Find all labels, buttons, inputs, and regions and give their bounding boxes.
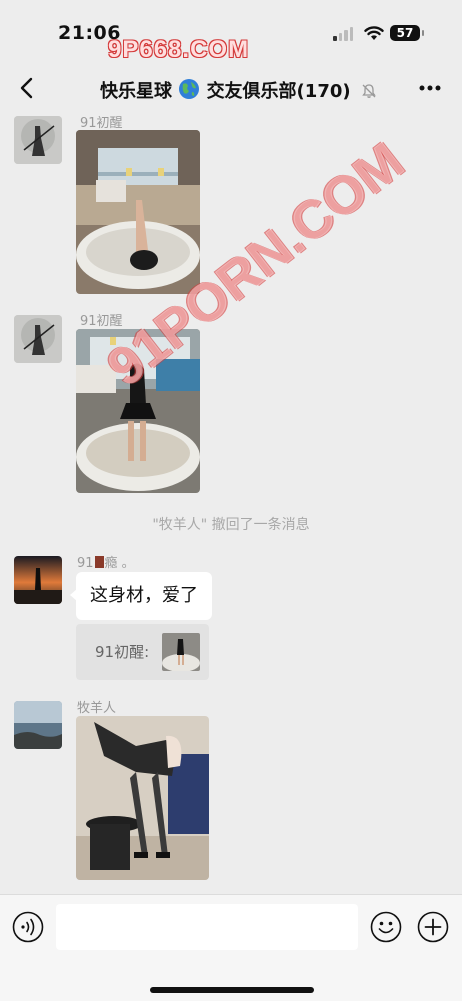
emoji-icon[interactable] — [370, 911, 402, 943]
text-message-bubble[interactable]: 这身材，爱了 — [70, 572, 212, 620]
avatar[interactable] — [14, 116, 62, 164]
home-indicator — [150, 987, 314, 993]
signal-icon — [333, 27, 355, 41]
voice-icon[interactable] — [12, 911, 44, 943]
sender-name: 91初醒 — [80, 116, 123, 131]
quoted-message[interactable]: 91初醒: — [76, 624, 209, 680]
sender-name-suffix: 瘾 。 — [104, 556, 135, 571]
back-arrow-icon[interactable] — [14, 72, 42, 104]
more-dots-icon[interactable] — [416, 76, 444, 100]
wifi-icon — [364, 26, 384, 40]
plus-icon[interactable] — [417, 911, 449, 943]
sender-name-prefix: 91 — [77, 556, 94, 571]
avatar[interactable] — [14, 701, 62, 749]
sender-name: 91初醒 — [80, 314, 123, 329]
battery-tip — [422, 30, 424, 36]
avatar[interactable] — [14, 315, 62, 363]
sender-name: 牧羊人 — [77, 701, 117, 716]
chat-header: 快乐星球 交友俱乐部(170) — [0, 62, 462, 114]
chat-title-name: 快乐星球 — [100, 81, 172, 102]
avatar[interactable] — [14, 556, 62, 604]
watermark-top: 9P668.COM — [108, 36, 250, 63]
image-message[interactable] — [76, 329, 200, 493]
sender-name: 91 瘾 。 — [77, 552, 135, 571]
message-input[interactable] — [56, 904, 358, 950]
status-bar: 21:06 9P668.COM 57 — [0, 0, 462, 63]
mute-bell-icon — [362, 84, 376, 98]
chat-title[interactable]: 快乐星球 交友俱乐部(170) — [100, 77, 377, 103]
chat-message-list[interactable]: 91初醒 91初醒 "牧羊人" 撤回了一条消息 91 瘾 。 这身材，爱了 91… — [0, 114, 462, 894]
input-bar — [0, 894, 462, 1001]
quote-thumbnail — [162, 633, 200, 671]
battery-icon: 57 — [390, 25, 420, 41]
image-message[interactable] — [76, 716, 209, 880]
quote-sender: 91初醒: — [95, 643, 150, 661]
chat-title-suffix: 交友俱乐部(170) — [206, 81, 351, 102]
recall-notice: "牧羊人" 撤回了一条消息 — [152, 517, 310, 533]
image-message[interactable] — [76, 130, 200, 294]
globe-emoji-icon — [179, 79, 200, 99]
door-emoji-icon — [94, 556, 104, 568]
